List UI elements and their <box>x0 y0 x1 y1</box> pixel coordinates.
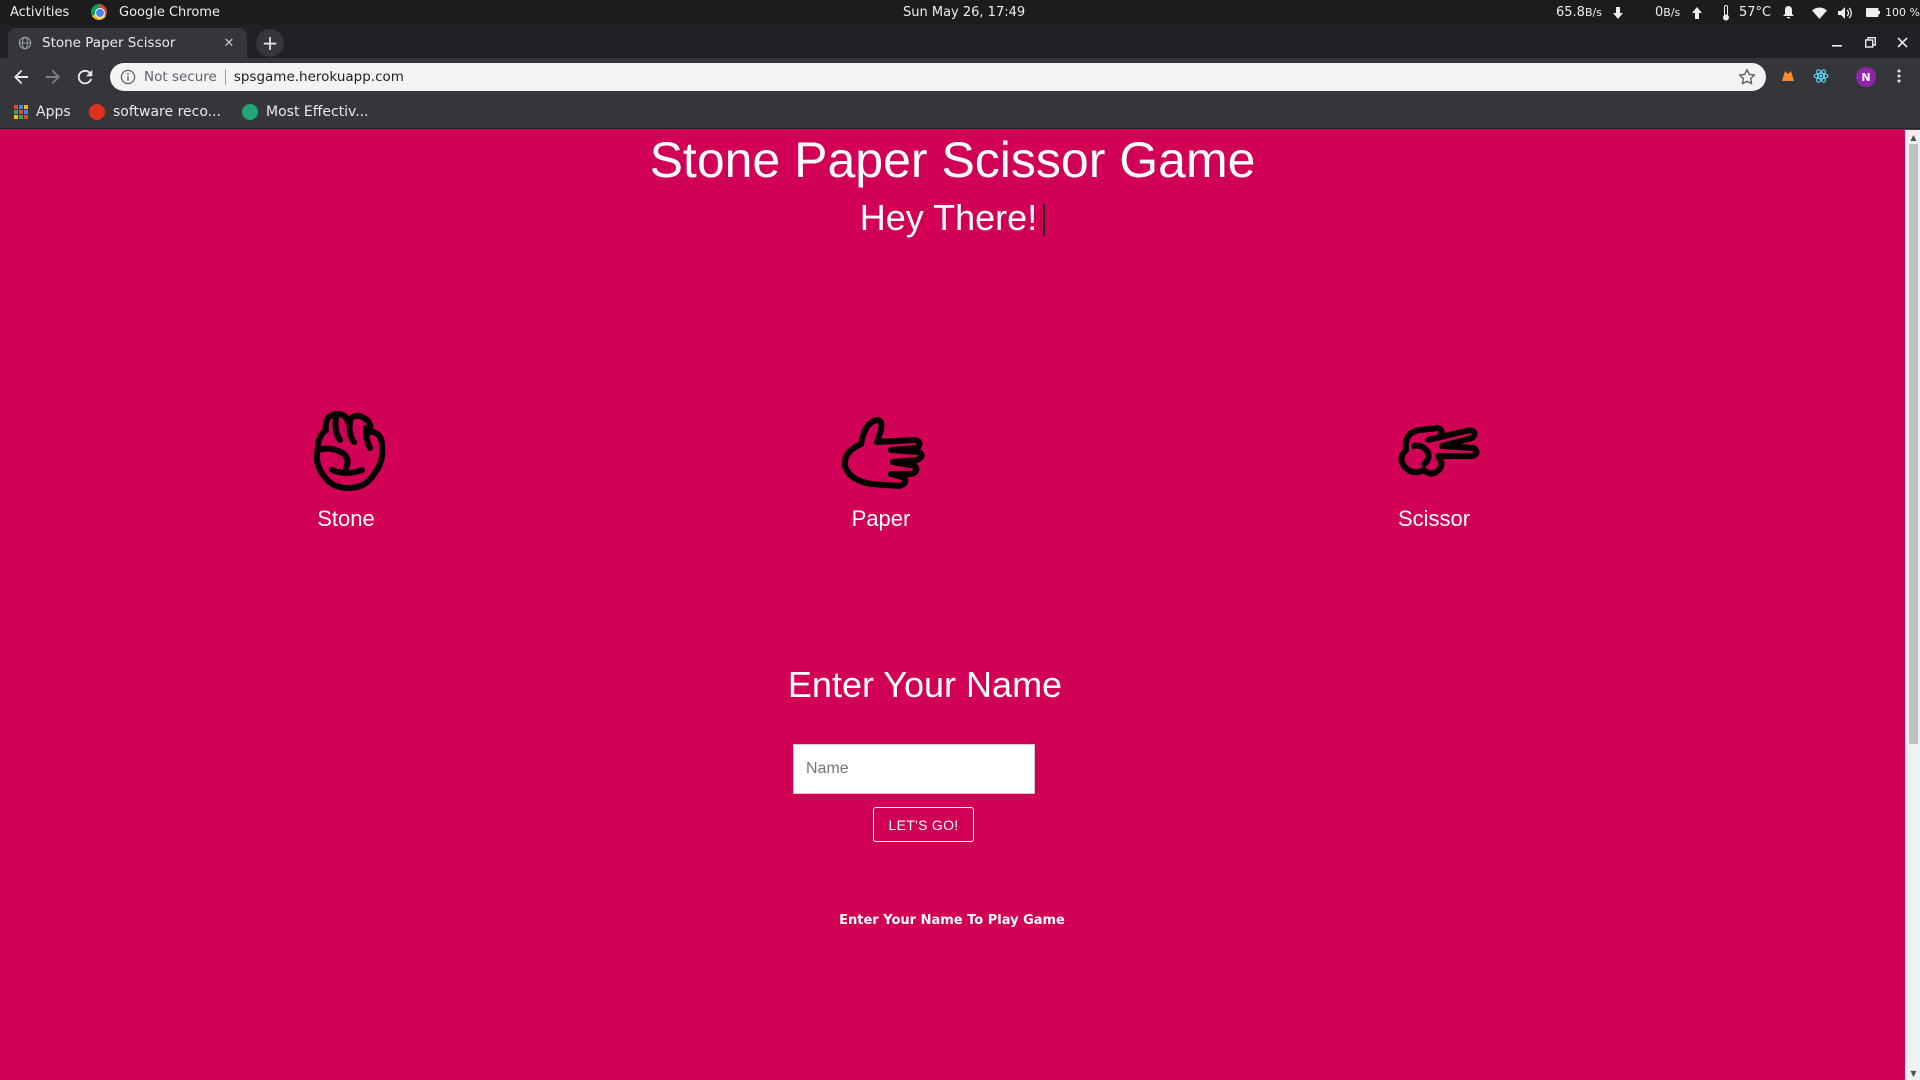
page-scrollbar[interactable]: ▲ ▼ <box>1905 130 1920 1080</box>
choice-stone[interactable]: Stone <box>246 400 446 532</box>
bookmarks-bar: Apps software reco... Most Effectiv... <box>0 95 1920 129</box>
upload-arrow-icon <box>1692 0 1702 25</box>
lets-go-button[interactable]: LET'S GO! <box>873 807 974 842</box>
minimize-icon[interactable] <box>1825 30 1849 54</box>
more-menu-icon[interactable] <box>1889 66 1909 86</box>
typing-caret <box>1043 204 1046 237</box>
react-devtools-icon[interactable] <box>1812 67 1830 85</box>
omnibox-divider <box>224 69 226 85</box>
tab-title: Stone Paper Scissor <box>42 35 176 51</box>
bookmark-most-effective[interactable]: Most Effectiv... <box>242 95 369 129</box>
browser-toolbar: Not secure spsgame.herokuapp.com N <box>0 58 1920 95</box>
forward-arrow-icon[interactable] <box>40 64 66 90</box>
fox-extension-icon[interactable] <box>1779 67 1797 85</box>
wifi-icon[interactable] <box>1812 0 1827 25</box>
choice-label: Stone <box>317 506 375 531</box>
chrome-app-icon <box>91 4 107 20</box>
open-hand-icon <box>841 417 925 489</box>
globe-icon <box>18 36 32 50</box>
back-arrow-icon[interactable] <box>8 64 34 90</box>
choice-paper[interactable]: Paper <box>781 400 981 532</box>
choice-label: Paper <box>851 506 911 531</box>
browser-tab[interactable]: Stone Paper Scissor ✕ <box>8 28 247 58</box>
bookmark-apps[interactable]: Apps <box>14 95 71 129</box>
greeting-label: Hey There! <box>859 197 1038 238</box>
tab-strip: Stone Paper Scissor ✕ + <box>0 25 1920 58</box>
net-up-value: 0B/s <box>1655 5 1681 20</box>
battery-percent: 100 % <box>1885 6 1920 19</box>
new-tab-button[interactable]: + <box>256 29 284 57</box>
close-tab-icon[interactable]: ✕ <box>221 35 237 51</box>
close-window-icon[interactable] <box>1890 30 1914 54</box>
bookmark-software-reco[interactable]: software reco... <box>89 95 221 129</box>
bookmark-label: software reco... <box>113 104 222 120</box>
page-content: Stone Paper Scissor Game Hey There! Ston… <box>0 130 1905 1080</box>
scroll-down-arrow-icon[interactable]: ▼ <box>1906 1066 1920 1080</box>
ask-icon <box>89 104 105 120</box>
scrollbar-thumb[interactable] <box>1909 144 1918 744</box>
battery-icon[interactable] <box>1866 0 1880 25</box>
page-title: Stone Paper Scissor Game <box>649 132 1256 188</box>
hint-text: Enter Your Name To Play Game <box>839 913 1065 928</box>
security-status[interactable]: Not secure <box>144 69 217 85</box>
leaf-icon <box>242 104 258 120</box>
apps-grid-icon <box>14 105 28 119</box>
net-down-value: 65.8B/s <box>1556 5 1602 20</box>
system-top-bar: Activities Google Chrome Sun May 26, 17:… <box>0 0 1920 25</box>
activities-button[interactable]: Activities <box>10 0 69 25</box>
download-arrow-icon <box>1613 0 1623 25</box>
bookmark-label: Most Effectiv... <box>266 104 369 120</box>
choice-scissor[interactable]: Scissor <box>1334 400 1534 532</box>
profile-avatar[interactable]: N <box>1856 67 1876 87</box>
scroll-up-arrow-icon[interactable]: ▲ <box>1906 130 1920 144</box>
bookmark-star-icon[interactable] <box>1738 68 1756 86</box>
name-input[interactable] <box>793 744 1035 794</box>
fist-icon <box>313 411 386 491</box>
address-bar[interactable]: Not secure spsgame.herokuapp.com <box>110 63 1766 91</box>
bookmark-label: Apps <box>36 104 71 120</box>
temperature-value: 57°C <box>1739 5 1772 20</box>
clock[interactable]: Sun May 26, 17:49 <box>903 0 1025 25</box>
thermometer-icon <box>1722 0 1730 25</box>
volume-icon[interactable] <box>1838 0 1852 25</box>
choice-label: Scissor <box>1397 506 1471 531</box>
name-heading: Enter Your Name <box>787 664 1063 705</box>
scissor-hand-icon <box>1398 425 1480 477</box>
restore-icon[interactable] <box>1858 30 1882 54</box>
notification-bell-icon[interactable] <box>1783 0 1794 25</box>
app-menu-label[interactable]: Google Chrome <box>119 0 220 25</box>
greeting-text: Hey There! <box>0 198 1905 238</box>
info-icon[interactable] <box>120 69 136 85</box>
url-text[interactable]: spsgame.herokuapp.com <box>234 69 404 85</box>
reload-icon[interactable] <box>72 64 98 90</box>
